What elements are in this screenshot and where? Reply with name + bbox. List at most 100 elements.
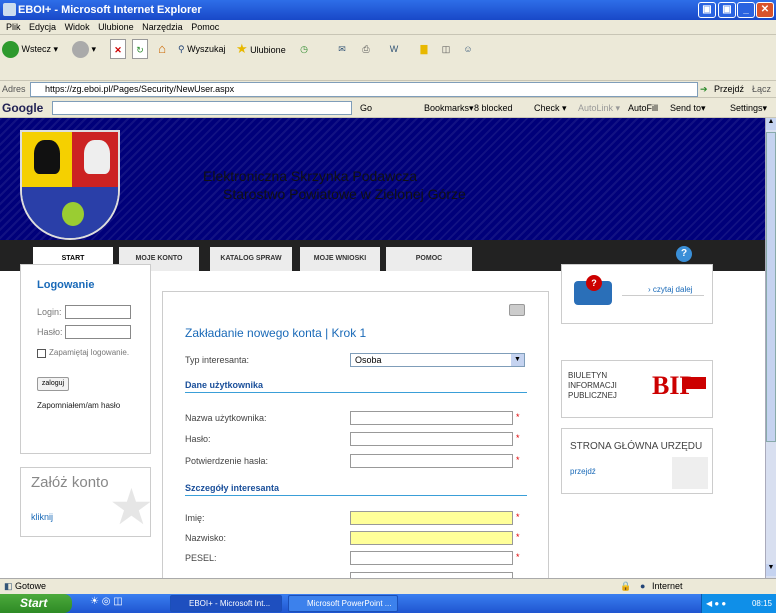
sendto-button[interactable]: Send to▾ (670, 98, 706, 118)
go-button[interactable]: Przejdź (714, 81, 744, 98)
help-icon[interactable]: ? (676, 246, 692, 262)
favorites-button[interactable]: ★ Ulubione (236, 39, 286, 59)
home-icon[interactable]: ⌂ (154, 39, 170, 59)
go-arrow-icon[interactable]: ➔ (700, 81, 708, 98)
restore-icon[interactable]: ▣ (718, 2, 736, 18)
taskbar: Start ☀ ◎ ◫ EBOI+ - Microsoft Int... Mic… (0, 594, 776, 613)
register-title: Załóż konto (31, 474, 109, 491)
history-icon[interactable]: ◷ (296, 39, 312, 59)
settings-button[interactable]: Settings▾ (730, 98, 767, 118)
quicklaunch-icons[interactable]: ☀ ◎ ◫ (90, 596, 123, 607)
page-scrollbar[interactable]: ▲ ▼ (765, 118, 776, 578)
close-button[interactable]: ✕ (756, 2, 774, 18)
password-field[interactable] (350, 432, 513, 446)
required-marker: * (516, 455, 520, 465)
typ-select[interactable]: Osoba ▼ (350, 353, 525, 367)
bookmarks-button[interactable]: Bookmarks▾ (424, 98, 474, 118)
username-input[interactable] (350, 411, 513, 425)
site-subtitle: Starostwo Powiatowe w Zielonej Górze (223, 186, 466, 202)
page-content: Elektroniczna Skrzynka Podawcza Starostw… (0, 118, 765, 578)
tab-katalog-spraw[interactable]: KATALOG SPRAW (210, 247, 292, 271)
pesel-label: PESEL: (185, 553, 217, 563)
site-title: Elektroniczna Skrzynka Podawcza (203, 168, 417, 184)
password-input[interactable] (65, 325, 131, 339)
typ-label: Typ interesanta: (185, 355, 250, 365)
building-icon (672, 457, 708, 489)
register-link[interactable]: kliknij (31, 512, 53, 522)
search-button[interactable]: ⚲ Wyszukaj (178, 39, 226, 59)
mail-icon[interactable]: ✉ (334, 39, 350, 59)
password-confirm-field[interactable] (350, 454, 513, 468)
ie-icon (3, 3, 16, 16)
stop-icon[interactable]: ✕ (110, 39, 126, 59)
minimize-button[interactable]: _ (737, 2, 755, 18)
last-name-field[interactable] (350, 531, 513, 545)
window-title: EBOI+ - Microsoft Internet Explorer (18, 4, 202, 16)
google-toolbar: Google Go Bookmarks▾ 8 blocked Check ▾ A… (0, 98, 776, 118)
maximize-button[interactable]: ▣ (698, 2, 716, 18)
scroll-thumb[interactable] (766, 132, 776, 442)
menu-edit[interactable]: Edycja (29, 22, 56, 32)
edit-icon[interactable]: W (386, 39, 402, 59)
first-name-label: Imię: (185, 513, 205, 523)
back-arrow-icon (2, 41, 19, 59)
pesel-field[interactable] (350, 551, 513, 565)
scroll-down-icon[interactable]: ▼ (766, 564, 776, 576)
google-search-input[interactable] (52, 101, 352, 115)
menu-file[interactable]: Plik (6, 22, 21, 32)
task-ie[interactable]: EBOI+ - Microsoft Int... (170, 595, 282, 612)
task-powerpoint[interactable]: Microsoft PowerPoint ... (288, 595, 398, 612)
scroll-up-icon[interactable]: ▲ (766, 118, 776, 130)
tray-icons[interactable]: ◀ ● ● (706, 599, 726, 608)
window-titlebar: EBOI+ - Microsoft Internet Explorer ▣ _ … (0, 0, 776, 20)
url-input[interactable]: https://zg.eboi.pl/Pages/Security/NewUse… (30, 82, 698, 97)
research-icon[interactable]: ◫ (438, 39, 454, 59)
refresh-icon[interactable]: ↻ (132, 39, 148, 59)
chevron-down-icon[interactable]: ▼ (511, 354, 524, 366)
start-button[interactable]: Start (0, 594, 72, 613)
print-icon[interactable]: ⎙ (358, 39, 374, 59)
login-label: Login: (37, 307, 62, 317)
login-input[interactable] (65, 305, 131, 319)
first-name-field[interactable] (350, 511, 513, 525)
google-logo: Google (2, 101, 44, 115)
star-icon: ★ (236, 41, 248, 56)
tab-moje-wnioski[interactable]: MOJE WNIOSKI (300, 247, 380, 271)
google-go-button[interactable]: Go (360, 98, 372, 118)
remember-checkbox[interactable] (37, 349, 46, 358)
globe-icon: ● (640, 581, 646, 591)
login-button[interactable]: zaloguj (37, 377, 69, 391)
back-button[interactable]: Wstecz ▾ (2, 39, 58, 59)
flag-icon (682, 377, 706, 389)
links-label[interactable]: Łącz (752, 81, 771, 98)
menu-help[interactable]: Pomoc (191, 22, 219, 32)
print-page-icon[interactable] (509, 304, 525, 316)
bip-text: BIULETYN INFORMACJI PUBLICZNEJ (568, 371, 617, 400)
menu-tools[interactable]: Narzędzia (142, 22, 183, 32)
lock-icon: 🔒 (620, 581, 632, 591)
search-icon: ⚲ (178, 44, 185, 54)
coat-of-arms-logo (20, 130, 120, 240)
folder-icon[interactable]: ▇ (416, 39, 432, 59)
bip-banner[interactable]: BIULETYN INFORMACJI PUBLICZNEJ BIP (561, 360, 713, 418)
tab-pomoc[interactable]: POMOC (386, 247, 472, 271)
forgot-password-link[interactable]: Zapomniałem/am hasło (37, 401, 120, 410)
form-title: Zakładanie nowego konta | Krok 1 (185, 326, 367, 340)
required-marker: * (516, 512, 520, 522)
read-more-link[interactable]: › czytaj dalej (648, 285, 692, 294)
spellcheck-button[interactable]: Check ▾ (534, 98, 567, 118)
autolink-button[interactable]: AutoLink ▾ (578, 98, 620, 118)
page-status-icon: ◧ (4, 581, 13, 591)
home-link[interactable]: przejdź (570, 467, 596, 476)
username-label: Nazwa użytkownika: (185, 413, 267, 423)
autofill-button[interactable]: AutoFill (628, 98, 658, 118)
menu-favorites[interactable]: Ulubione (98, 22, 134, 32)
password-field-label: Hasło: (185, 434, 211, 444)
popup-blocked[interactable]: 8 blocked (474, 98, 513, 118)
messenger-icon[interactable]: ☺ (460, 39, 476, 59)
forward-button[interactable]: ▾ (72, 39, 96, 59)
info-panel: ? › czytaj dalej (561, 264, 713, 324)
section-details: Szczegóły interesanta (185, 483, 527, 496)
home-panel: STRONA GŁÓWNA URZĘDU przejdź (561, 428, 713, 494)
menu-view[interactable]: Widok (65, 22, 90, 32)
